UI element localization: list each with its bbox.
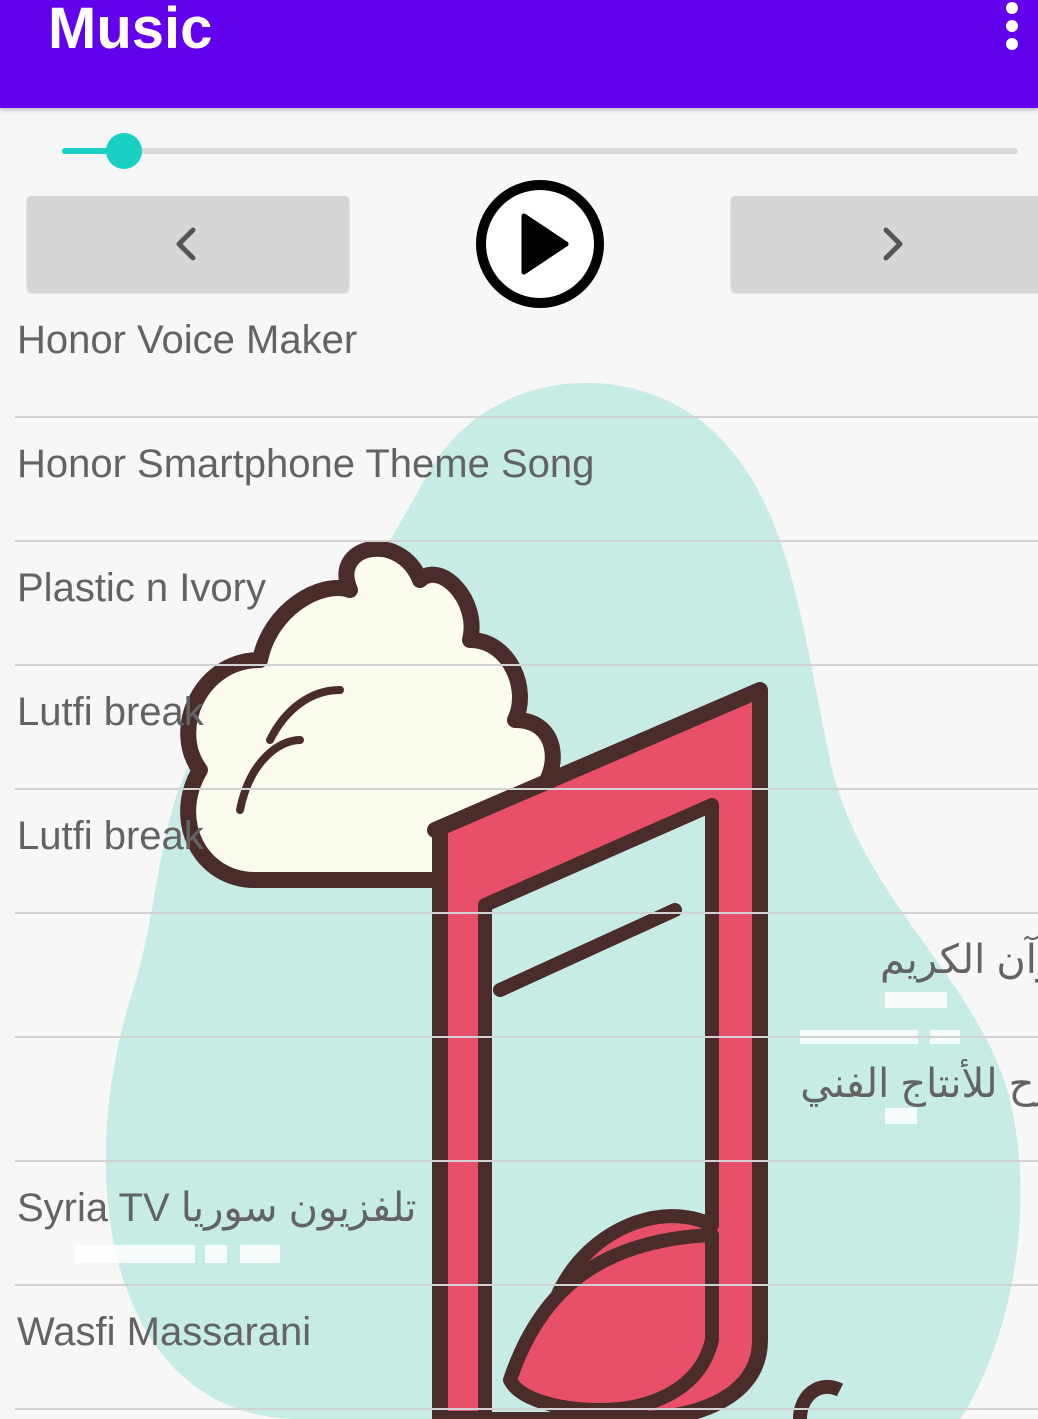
song-title: قرآن الكريم xyxy=(879,938,1038,982)
song-title: Honor Smartphone Theme Song xyxy=(17,442,595,486)
song-item[interactable]: قرآن الكريم xyxy=(15,914,1038,1038)
song-title: Lutfi break xyxy=(17,814,204,858)
song-title: Syria TV تلفزيون سوريا xyxy=(17,1186,417,1230)
song-item[interactable]: Lutfi break xyxy=(15,790,1038,914)
song-item[interactable]: Honor Voice Maker xyxy=(15,294,1038,418)
song-item[interactable]: Lutfi break xyxy=(15,666,1038,790)
play-button[interactable] xyxy=(474,178,606,310)
chevron-left-icon xyxy=(176,227,196,261)
app-title: Music xyxy=(48,0,213,61)
app-bar: Music xyxy=(0,0,1038,108)
song-title: Plastic n Ivory xyxy=(17,566,266,610)
seek-thumb[interactable] xyxy=(106,133,143,169)
song-item[interactable]: Honor Smartphone Theme Song xyxy=(15,418,1038,542)
song-title: مرح للأنتاج الفني xyxy=(800,1062,1038,1106)
chevron-right-icon xyxy=(883,227,903,261)
seek-bar[interactable] xyxy=(62,130,1018,174)
song-item[interactable]: مرح للأنتاج الفني xyxy=(15,1038,1038,1162)
play-circle-icon xyxy=(476,180,604,308)
song-title: Lutfi break xyxy=(17,690,204,734)
next-button[interactable] xyxy=(731,196,1038,292)
seek-track[interactable] xyxy=(62,148,1018,154)
song-list: Honor Voice Maker Honor Smartphone Theme… xyxy=(0,294,1038,1410)
song-item[interactable]: Plastic n Ivory xyxy=(15,542,1038,666)
previous-button[interactable] xyxy=(27,196,349,292)
more-vert-icon[interactable] xyxy=(994,0,1030,56)
song-item[interactable]: Wasfi Massarani xyxy=(15,1286,1038,1410)
song-title: Wasfi Massarani xyxy=(17,1310,312,1354)
song-item[interactable]: Syria TV تلفزيون سوريا xyxy=(15,1162,1038,1286)
song-title: Honor Voice Maker xyxy=(17,318,358,362)
